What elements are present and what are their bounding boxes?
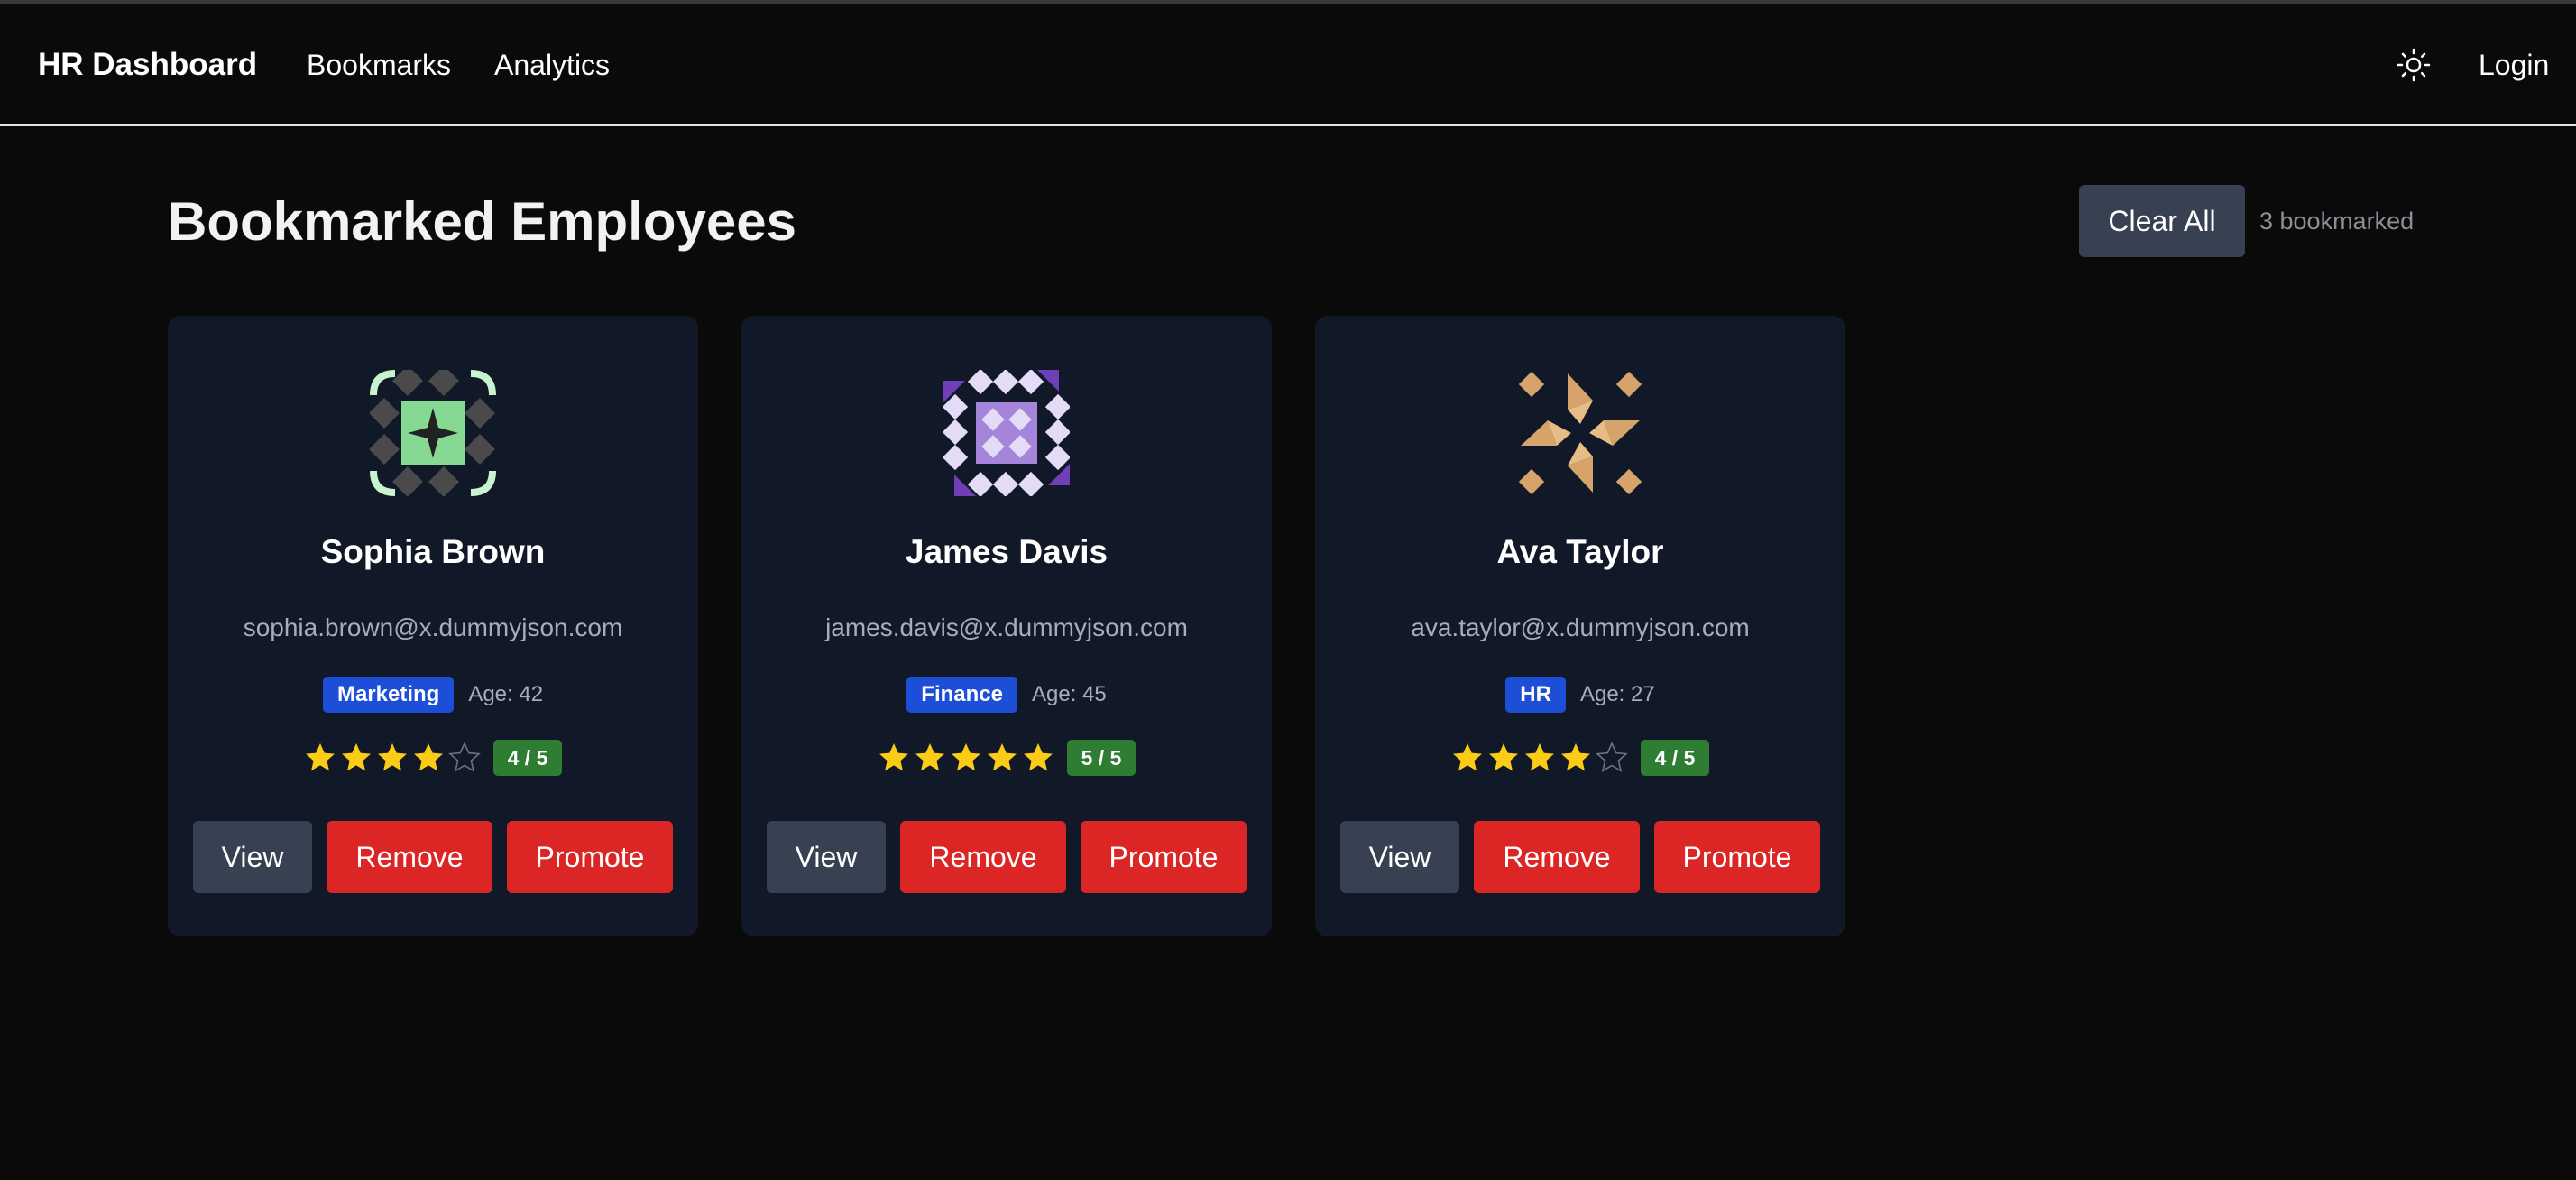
promote-button[interactable]: Promote xyxy=(507,821,673,893)
employee-card: Ava Taylor ava.taylor@x.dummyjson.com HR… xyxy=(1315,316,1845,936)
star-filled-icon xyxy=(914,742,946,774)
avatar xyxy=(942,368,1072,498)
view-button[interactable]: View xyxy=(1340,821,1459,893)
department-badge: Finance xyxy=(906,677,1017,713)
rating-badge: 5 / 5 xyxy=(1066,740,1136,776)
employee-age: Age: 27 xyxy=(1579,682,1655,706)
view-button[interactable]: View xyxy=(193,821,312,893)
rating-badge: 4 / 5 xyxy=(492,740,563,776)
star-filled-icon xyxy=(1523,742,1556,774)
avatar xyxy=(1517,370,1643,496)
login-link[interactable]: Login xyxy=(2479,47,2549,83)
star-filled-icon xyxy=(1451,742,1484,774)
department-badge: HR xyxy=(1505,677,1566,713)
brand-title[interactable]: HR Dashboard xyxy=(38,47,257,83)
remove-button[interactable]: Remove xyxy=(900,821,1066,893)
star-filled-icon xyxy=(412,742,445,774)
employee-name: Ava Taylor xyxy=(1496,533,1664,570)
star-empty-icon xyxy=(447,742,481,774)
star-filled-icon xyxy=(986,742,1018,774)
star-filled-icon xyxy=(376,742,409,774)
star-rating xyxy=(1451,742,1628,774)
employee-email: sophia.brown@x.dummyjson.com xyxy=(243,613,623,641)
department-badge: Marketing xyxy=(322,677,455,713)
star-filled-icon xyxy=(1559,742,1592,774)
rating-row: 4 / 5 xyxy=(168,740,698,776)
view-button[interactable]: View xyxy=(767,821,886,893)
rating-badge: 4 / 5 xyxy=(1640,740,1710,776)
employee-age: Age: 45 xyxy=(1031,682,1107,706)
star-filled-icon xyxy=(1022,742,1054,774)
rating-row: 4 / 5 xyxy=(1315,740,1845,776)
promote-button[interactable]: Promote xyxy=(1654,821,1820,893)
employee-name: James Davis xyxy=(905,533,1109,570)
avatar xyxy=(369,365,496,497)
employee-email: ava.taylor@x.dummyjson.com xyxy=(1411,613,1750,641)
clear-all-button[interactable]: Clear All xyxy=(2079,185,2245,257)
star-filled-icon xyxy=(1487,742,1520,774)
nav-link-bookmarks[interactable]: Bookmarks xyxy=(307,47,451,83)
employee-meta: HR Age: 27 xyxy=(1315,677,1845,713)
employee-name: Sophia Brown xyxy=(320,533,546,570)
rating-row: 5 / 5 xyxy=(741,740,1272,776)
employee-card: Sophia Brown sophia.brown@x.dummyjson.co… xyxy=(168,316,698,936)
star-filled-icon xyxy=(878,742,910,774)
bookmark-count: 3 bookmarked xyxy=(2259,207,2415,235)
star-rating xyxy=(878,742,1054,774)
employee-card: James Davis james.davis@x.dummyjson.com … xyxy=(741,316,1272,936)
employee-email: james.davis@x.dummyjson.com xyxy=(825,613,1188,641)
employee-meta: Marketing Age: 42 xyxy=(168,677,698,713)
employee-age: Age: 42 xyxy=(468,682,544,706)
star-rating xyxy=(304,742,481,774)
promote-button[interactable]: Promote xyxy=(1081,821,1247,893)
remove-button[interactable]: Remove xyxy=(1474,821,1640,893)
remove-button[interactable]: Remove xyxy=(327,821,492,893)
star-empty-icon xyxy=(1595,742,1628,774)
star-filled-icon xyxy=(950,742,982,774)
page-title: Bookmarked Employees xyxy=(168,191,796,252)
top-navbar: HR Dashboard Bookmarks Analytics Login xyxy=(0,4,2576,126)
sun-icon[interactable] xyxy=(2396,47,2432,83)
employee-meta: Finance Age: 45 xyxy=(741,677,1272,713)
star-filled-icon xyxy=(340,742,373,774)
nav-link-analytics[interactable]: Analytics xyxy=(494,47,610,83)
star-filled-icon xyxy=(304,742,336,774)
